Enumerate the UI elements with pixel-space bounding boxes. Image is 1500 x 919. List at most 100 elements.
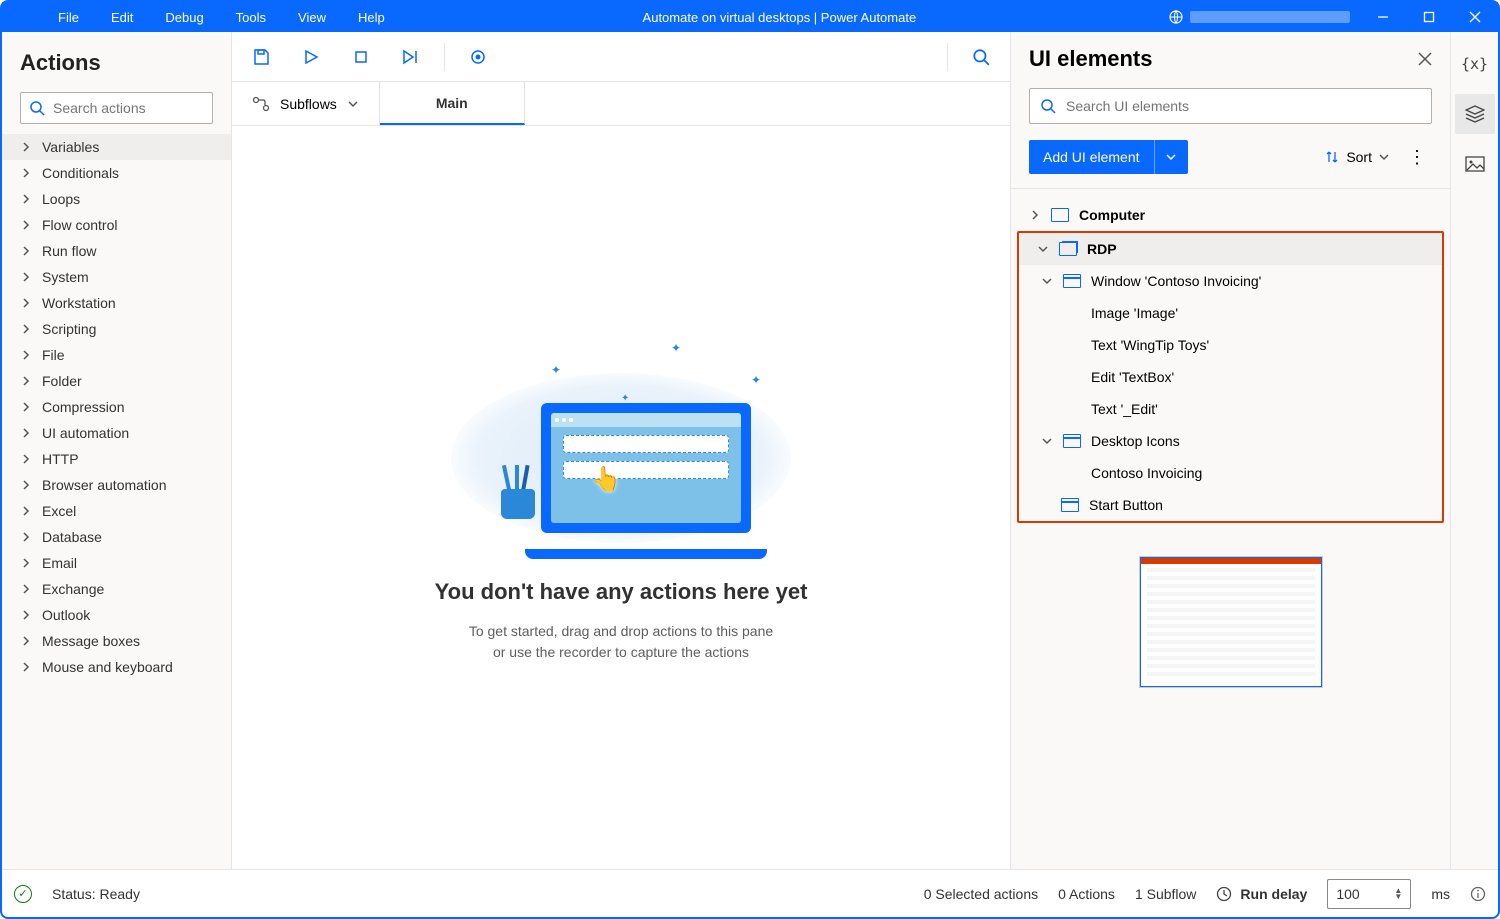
actions-search[interactable]: [20, 92, 213, 124]
menu-view[interactable]: View: [282, 6, 342, 29]
actions-tree-item[interactable]: Compression: [2, 394, 231, 420]
layers-icon: [1465, 105, 1485, 123]
menu-debug[interactable]: Debug: [149, 6, 219, 29]
actions-tree-item[interactable]: HTTP: [2, 446, 231, 472]
tree-label: RDP: [1087, 241, 1117, 257]
menu-help[interactable]: Help: [342, 6, 401, 29]
tree-label: Text 'WingTip Toys': [1091, 337, 1209, 353]
chevron-down-icon: [1378, 151, 1390, 163]
actions-tree-item[interactable]: Message boxes: [2, 628, 231, 654]
info-icon[interactable]: [1470, 886, 1486, 902]
sort-button[interactable]: Sort: [1324, 149, 1390, 165]
actions-tree-item[interactable]: Browser automation: [2, 472, 231, 498]
actions-tree-item[interactable]: Database: [2, 524, 231, 550]
add-ui-element-dropdown[interactable]: [1154, 140, 1188, 174]
environment-label[interactable]: [1158, 9, 1360, 25]
actions-tree-item[interactable]: System: [2, 264, 231, 290]
actions-tree-item[interactable]: Conditionals: [2, 160, 231, 186]
toolbar: [232, 32, 1010, 82]
actions-tree-label: Folder: [42, 373, 82, 389]
actions-tree-item[interactable]: Variables: [2, 134, 231, 160]
menu-edit[interactable]: Edit: [95, 6, 149, 29]
actions-tree-item[interactable]: UI automation: [2, 420, 231, 446]
actions-tree-label: Workstation: [42, 295, 116, 311]
hand-cursor-icon: 👆: [591, 465, 621, 494]
close-button[interactable]: [1452, 2, 1498, 32]
run-button[interactable]: [294, 40, 328, 74]
actions-tree-label: File: [42, 347, 65, 363]
chevron-right-icon: [20, 167, 32, 179]
right-rail: {x}: [1450, 32, 1498, 869]
tree-label: Image 'Image': [1091, 305, 1178, 321]
chevron-right-icon: [20, 505, 32, 517]
actions-search-input[interactable]: [53, 100, 234, 116]
actions-tree-item[interactable]: Run flow: [2, 238, 231, 264]
rail-ui-elements-button[interactable]: [1455, 94, 1495, 134]
chevron-right-icon: [20, 271, 32, 283]
empty-heading: You don't have any actions here yet: [435, 579, 808, 605]
tree-leaf[interactable]: Text '_Edit': [1019, 393, 1442, 425]
more-options-button[interactable]: ⋮: [1402, 147, 1432, 168]
step-button[interactable]: [394, 40, 428, 74]
minimize-button[interactable]: [1360, 2, 1406, 32]
ui-elements-search-input[interactable]: [1066, 98, 1421, 114]
rdp-icon: [1059, 242, 1077, 256]
actions-tree-item[interactable]: Exchange: [2, 576, 231, 602]
tabs-row: Subflows Main: [232, 82, 1010, 126]
search-icon: [29, 100, 45, 116]
maximize-button[interactable]: [1406, 2, 1452, 32]
actions-tree-item[interactable]: Folder: [2, 368, 231, 394]
tree-leaf[interactable]: Edit 'TextBox': [1019, 361, 1442, 393]
chevron-right-icon: [20, 609, 32, 621]
record-button[interactable]: [461, 40, 495, 74]
close-panel-icon[interactable]: [1418, 52, 1432, 66]
subflows-dropdown[interactable]: Subflows: [232, 82, 380, 125]
tab-main[interactable]: Main: [380, 82, 525, 125]
actions-tree-item[interactable]: Flow control: [2, 212, 231, 238]
stop-button[interactable]: [344, 40, 378, 74]
rail-variables-button[interactable]: {x}: [1455, 44, 1495, 84]
toolbar-separator: [947, 43, 948, 71]
menu-file[interactable]: File: [42, 6, 95, 29]
menu-bar: File Edit Debug Tools View Help: [2, 6, 401, 29]
variables-icon: {x}: [1461, 55, 1488, 73]
chevron-right-icon: [20, 193, 32, 205]
editor-area: Subflows Main ✦ ✦ ✦ ✦ 👆: [232, 32, 1010, 869]
tree-node-rdp[interactable]: RDP: [1019, 233, 1442, 265]
actions-tree-label: Conditionals: [42, 165, 119, 181]
flow-canvas[interactable]: ✦ ✦ ✦ ✦ 👆 You don't have any actions her…: [232, 126, 1010, 869]
chevron-right-icon: [20, 297, 32, 309]
actions-tree-label: Mouse and keyboard: [42, 659, 173, 675]
tree-node-start[interactable]: Start Button: [1019, 489, 1442, 521]
ui-elements-panel: UI elements Add UI element Sort ⋮ Comp: [1010, 32, 1450, 869]
tree-node-computer[interactable]: Computer: [1011, 199, 1450, 231]
chevron-right-icon: [20, 583, 32, 595]
empty-text: To get started, drag and drop actions to…: [469, 621, 773, 663]
actions-tree-item[interactable]: Workstation: [2, 290, 231, 316]
actions-tree-label: Database: [42, 529, 102, 545]
ui-elements-search[interactable]: [1029, 88, 1432, 124]
tree-node-desktop[interactable]: Desktop Icons: [1019, 425, 1442, 457]
actions-tree-item[interactable]: Excel: [2, 498, 231, 524]
actions-tree-item[interactable]: Email: [2, 550, 231, 576]
actions-tree-item[interactable]: Outlook: [2, 602, 231, 628]
rail-images-button[interactable]: [1455, 144, 1495, 184]
tree-leaf[interactable]: Text 'WingTip Toys': [1019, 329, 1442, 361]
actions-tree-item[interactable]: Scripting: [2, 316, 231, 342]
spinner-buttons[interactable]: ▲▼: [1394, 888, 1402, 900]
toolbar-search-button[interactable]: [964, 40, 998, 74]
chevron-right-icon: [20, 375, 32, 387]
save-button[interactable]: [244, 40, 278, 74]
tree-node-window[interactable]: Window 'Contoso Invoicing': [1019, 265, 1442, 297]
tree-leaf[interactable]: Contoso Invoicing: [1019, 457, 1442, 489]
tree-label: Computer: [1079, 207, 1145, 223]
actions-tree-item[interactable]: Loops: [2, 186, 231, 212]
menu-tools[interactable]: Tools: [220, 6, 282, 29]
actions-tree-item[interactable]: File: [2, 342, 231, 368]
add-ui-element-button[interactable]: Add UI element: [1029, 140, 1188, 174]
actions-header: Actions: [2, 32, 231, 86]
computer-icon: [1051, 208, 1069, 222]
tree-leaf[interactable]: Image 'Image': [1019, 297, 1442, 329]
actions-tree-item[interactable]: Mouse and keyboard: [2, 654, 231, 680]
run-delay-input[interactable]: 100 ▲▼: [1327, 879, 1411, 909]
